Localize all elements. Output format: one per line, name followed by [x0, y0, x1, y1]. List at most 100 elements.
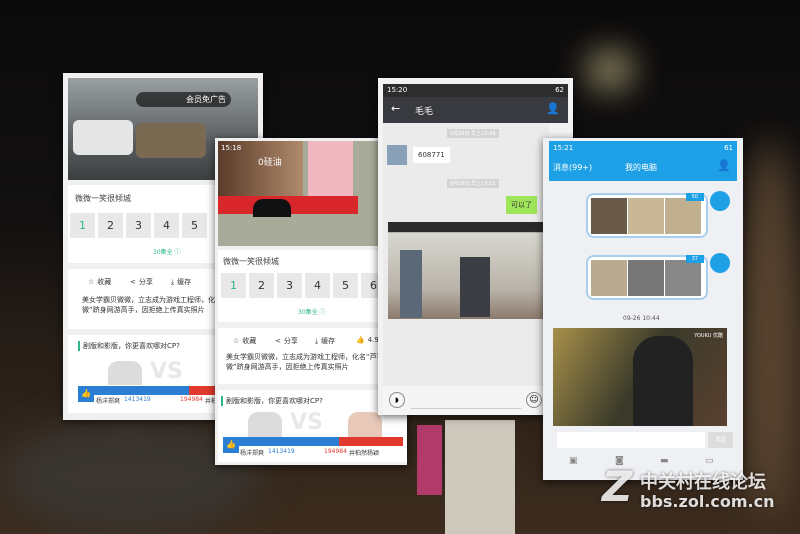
all-episodes-link[interactable]: 30集全 ⓘ — [298, 307, 326, 316]
share-label: 分享 — [283, 337, 298, 345]
emoji-icon[interactable]: ☺ — [526, 392, 542, 408]
description: 美女学霸贝微微，立志成为游戏工程师，化名“芦苇微微”跻身网游高手，因拒绝上传真实… — [226, 353, 391, 371]
like-rating-button[interactable]: 👍 4.9 — [356, 336, 379, 344]
street-light — [590, 55, 630, 85]
couple-right — [348, 412, 382, 437]
couple-left — [248, 412, 282, 437]
message-input[interactable] — [411, 408, 521, 409]
episode-2[interactable]: 2 — [98, 213, 123, 238]
header: 15:21 61 消息(99+) 我的电脑 👤 — [549, 141, 737, 181]
poll-bar-left — [94, 386, 189, 395]
episode-3[interactable]: 3 — [126, 213, 151, 238]
share-icon: < — [130, 278, 136, 286]
poll-title: 剧版和影版，你更喜欢哪对CP? — [78, 341, 180, 351]
status-time: 15:20 — [387, 86, 408, 94]
building — [740, 140, 800, 520]
vs-label: VS — [150, 359, 183, 384]
favorite-label: 收藏 — [242, 337, 257, 345]
like-button[interactable]: 👍 — [223, 437, 239, 453]
share-button[interactable]: < 分享 — [275, 336, 298, 346]
voice-input-icon[interactable]: ◗ — [389, 392, 405, 408]
message-bubble-received[interactable]: 608771 — [413, 147, 450, 163]
thumbnail — [628, 198, 664, 234]
status-time: 15:21 — [553, 144, 574, 152]
message-bubble-sent[interactable]: 可以了 — [506, 196, 537, 214]
person-right — [460, 257, 490, 317]
status-bar: 15:20 62 — [383, 84, 568, 97]
poll-right-votes: 194984 — [180, 396, 203, 403]
poll-left-votes: 1413419 — [268, 448, 295, 455]
back-button[interactable]: 消息(99+) — [553, 162, 592, 173]
download-label: 缓存 — [321, 337, 336, 345]
watermark-url: bbs.zol.com.cn — [640, 492, 775, 511]
message-input[interactable] — [557, 432, 705, 448]
timestamp-1: 9月26日 早上10:48 — [447, 129, 499, 138]
share-button[interactable]: < 分享 — [130, 277, 153, 287]
image-icon[interactable]: ▣ — [569, 456, 578, 466]
poll-title: 剧版和影版，你更喜欢哪对CP? — [221, 396, 323, 406]
input-bar: ◗ ☺ — [383, 386, 549, 415]
thumbnail — [628, 260, 664, 296]
contact-avatar[interactable] — [387, 145, 407, 165]
image-group-1[interactable]: 50 — [586, 193, 708, 238]
person-left — [400, 250, 422, 318]
chat-header: ← 毛毛 👤 — [383, 97, 568, 123]
timestamp-2: 9月26日 早上10:52 — [447, 179, 499, 188]
ad-pill[interactable]: 会员免广告 — [136, 92, 231, 107]
download-button[interactable]: ⤓ 缓存 — [171, 277, 191, 287]
send-button[interactable]: 发送 — [708, 432, 733, 448]
watermark-site-name: 中关村在线论坛 — [640, 472, 766, 493]
episode-5[interactable]: 5 — [333, 273, 358, 298]
download-icon: ⤓ — [315, 336, 319, 345]
episode-3[interactable]: 3 — [277, 273, 302, 298]
battery-level: 62 — [555, 86, 564, 94]
episode-4[interactable]: 4 — [154, 213, 179, 238]
ad-text: 0硅油 — [258, 158, 282, 168]
all-episodes-link[interactable]: 30集全 ⓘ — [153, 247, 181, 256]
poll-left-name: 杨洋郑爽 — [96, 398, 121, 405]
download-button[interactable]: ⤓ 缓存 — [315, 336, 335, 346]
video-player[interactable]: 15:18 0硅油 — [218, 141, 398, 246]
poll-left-name: 杨洋郑爽 — [240, 450, 265, 457]
battery-level: 61 — [724, 144, 733, 152]
share-label: 分享 — [138, 278, 153, 286]
favorite-button[interactable]: ☆ 收藏 — [88, 277, 111, 287]
favorite-button[interactable]: ☆ 收藏 — [233, 336, 256, 346]
video-logo: YOUKU 优酷 — [694, 333, 723, 339]
like-button[interactable]: 👍 — [78, 386, 94, 402]
poll-bar-left — [239, 437, 339, 446]
qq-chat-screenshot: 15:21 61 消息(99+) 我的电脑 👤 50 37 09-26 10:4… — [543, 138, 743, 480]
thumbnail — [591, 260, 627, 296]
car-bronze — [136, 123, 206, 158]
contact-profile-icon[interactable]: 👤 — [546, 102, 560, 115]
episode-4[interactable]: 4 — [305, 273, 330, 298]
profile-icon[interactable]: 👤 — [717, 159, 731, 172]
share-icon: < — [275, 337, 281, 345]
ad-free-label: 会员免广告 — [186, 95, 226, 104]
thumbnail — [665, 198, 701, 234]
star-icon: ☆ — [233, 337, 240, 345]
episode-1[interactable]: 1 — [221, 273, 246, 298]
folder-icon[interactable]: ▬ — [660, 456, 669, 466]
computer-icon[interactable]: ▭ — [705, 456, 714, 466]
poll-left-votes: 1413419 — [124, 396, 151, 403]
download-label: 缓存 — [177, 278, 192, 286]
wall-mural — [445, 420, 515, 534]
device-avatar-1 — [710, 191, 730, 211]
vs-label: VS — [290, 410, 323, 435]
back-arrow-icon[interactable]: ← — [391, 102, 400, 115]
star-icon: ☆ — [88, 278, 95, 286]
girl-with-headphones — [633, 336, 693, 426]
episode-2[interactable]: 2 — [249, 273, 274, 298]
poll-right-name: 井柏然杨颖 — [349, 450, 380, 457]
episode-1[interactable]: 1 — [70, 213, 95, 238]
thumbs-up-icon: 👍 — [356, 336, 365, 344]
image-group-2[interactable]: 37 — [586, 255, 708, 300]
episode-5[interactable]: 5 — [182, 213, 207, 238]
video-message[interactable] — [388, 222, 549, 319]
show-title: 微微一笑很倾城 — [75, 194, 131, 203]
image-count-badge: 37 — [685, 255, 704, 263]
video-message[interactable]: YOUKU 优酷 — [553, 328, 727, 426]
poll-right-votes: 194984 — [324, 448, 347, 455]
show-title: 微微一笑很倾城 — [223, 257, 279, 266]
